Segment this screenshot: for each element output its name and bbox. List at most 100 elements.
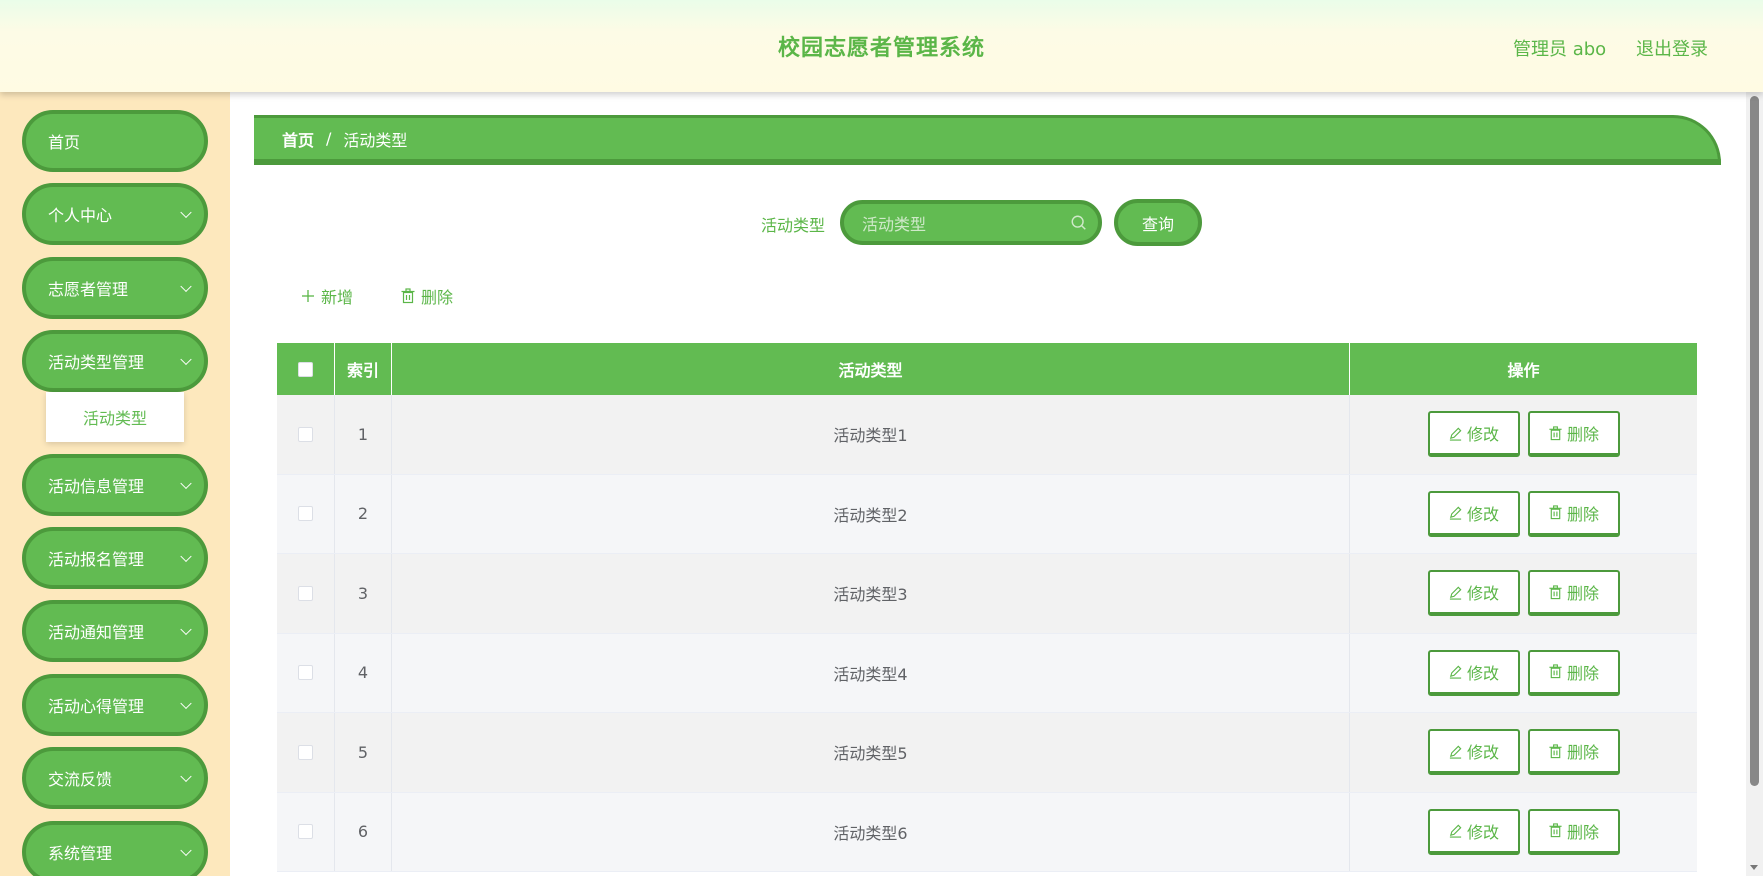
app-title: 校园志愿者管理系统 <box>777 36 985 61</box>
delete-button[interactable]: 删除 <box>1527 490 1620 537</box>
sidebar-item-label: 活动类型管理 <box>48 353 145 372</box>
trash-icon <box>1549 664 1562 679</box>
sidebar-item-label: 活动报名管理 <box>48 550 145 569</box>
row-index: 3 <box>335 554 392 633</box>
edit-button[interactable]: 修改 <box>1427 490 1520 537</box>
search-box <box>840 200 1102 245</box>
row-checkbox[interactable] <box>298 426 313 442</box>
breadcrumb: 首页 / 活动类型 <box>254 115 1721 165</box>
row-checkbox[interactable] <box>298 585 313 601</box>
row-checkbox[interactable] <box>298 824 313 840</box>
logout-link[interactable]: 退出登录 <box>1636 35 1708 61</box>
scroll-thumb[interactable] <box>1750 96 1759 786</box>
edit-icon <box>1449 427 1462 441</box>
edit-icon <box>1449 665 1462 679</box>
row-checkbox[interactable] <box>298 506 313 522</box>
row-checkbox-cell <box>277 792 335 871</box>
row-index: 5 <box>335 713 392 792</box>
batch-delete-button[interactable]: 删除 <box>400 284 453 308</box>
table-header: 索引 活动类型 操作 <box>277 343 1697 395</box>
row-index: 1 <box>335 395 392 474</box>
trash-icon <box>1549 585 1562 599</box>
row-type: 活动类型4 <box>392 633 1350 712</box>
search-label: 活动类型 <box>761 216 826 235</box>
row-checkbox-cell <box>277 395 335 474</box>
breadcrumb-home[interactable]: 首页 <box>282 127 314 151</box>
breadcrumb-current: 活动类型 <box>343 130 408 150</box>
delete-button[interactable]: 删除 <box>1527 729 1620 776</box>
delete-button[interactable]: 删除 <box>1527 649 1620 696</box>
row-actions: 修改 删除 <box>1350 713 1697 792</box>
data-table: 索引 活动类型 操作 1 活动类型1 修改 删除 2 活动类型2 修改 删除 3 活动类型3 修改删… <box>277 343 1697 872</box>
delete-button-label: 删除 <box>1566 425 1599 445</box>
delete-button[interactable]: 删除 <box>1527 411 1620 458</box>
sidebar-item-7[interactable]: 活动心得管理 <box>22 674 208 736</box>
edit-icon <box>1449 824 1462 838</box>
table-row: 5 活动类型5 修改 删除 <box>277 713 1697 793</box>
table-row: 6 活动类型6 修改 删除 <box>277 792 1697 872</box>
row-checkbox[interactable] <box>298 665 313 681</box>
row-actions: 修改 删除 <box>1350 634 1697 713</box>
vertical-scrollbar[interactable] <box>1746 92 1763 876</box>
edit-button[interactable]: 修改 <box>1427 808 1520 855</box>
edit-button[interactable]: 修改 <box>1427 729 1520 776</box>
row-type: 活动类型3 <box>392 554 1350 633</box>
table-body: 1 活动类型1 修改 删除 2 活动类型2 修改 删除 3 活动类型3 修改 删除 4 活动类型4 修改 删除… <box>277 395 1697 872</box>
sidebar-item-label: 系统管理 <box>48 844 113 863</box>
delete-button-label: 删除 <box>1566 743 1599 763</box>
top-header: 校园志愿者管理系统 管理员 abo 退出登录 <box>0 0 1763 92</box>
chevron-down-icon <box>180 697 192 710</box>
sidebar-item-6[interactable]: 活动通知管理 <box>22 600 208 662</box>
sidebar-item-9[interactable]: 系统管理 <box>22 821 208 876</box>
delete-button-label: 删除 <box>1566 822 1599 842</box>
row-checkbox[interactable] <box>298 744 313 760</box>
edit-button-label: 修改 <box>1466 425 1499 445</box>
table-row: 4 活动类型4 修改 删除 <box>277 633 1697 713</box>
select-all-checkbox[interactable] <box>298 361 313 377</box>
row-checkbox-cell <box>277 633 335 712</box>
query-button[interactable]: 查询 <box>1114 199 1202 246</box>
chevron-down-icon <box>180 623 192 636</box>
add-button-label: 新增 <box>321 288 354 307</box>
sidebar-item-3[interactable]: 活动类型管理 <box>22 330 208 392</box>
current-user: 管理员 abo <box>1513 39 1607 60</box>
scroll-down-arrow-icon[interactable] <box>1750 865 1758 870</box>
edit-icon <box>1449 745 1462 759</box>
sidebar-item-2[interactable]: 志愿者管理 <box>22 257 208 319</box>
row-checkbox-cell <box>277 713 335 792</box>
sidebar-item-5[interactable]: 活动报名管理 <box>22 527 208 589</box>
header-checkbox-cell <box>277 343 335 395</box>
sidebar-subitem-activity-type[interactable]: 活动类型 <box>46 392 184 442</box>
search-icon[interactable] <box>1070 214 1088 232</box>
sidebar-item-8[interactable]: 交流反馈 <box>22 747 208 809</box>
row-actions: 修改 删除 <box>1350 475 1697 554</box>
delete-button-label: 删除 <box>1566 504 1599 524</box>
table-row: 2 活动类型2 修改 删除 <box>277 474 1697 554</box>
delete-button-label: 删除 <box>1566 584 1599 604</box>
edit-button[interactable]: 修改 <box>1427 649 1520 696</box>
sidebar-item-4[interactable]: 活动信息管理 <box>22 454 208 516</box>
search-input[interactable] <box>862 210 1062 238</box>
batch-delete-button-label: 删除 <box>421 288 454 307</box>
trash-icon <box>1549 744 1562 758</box>
sidebar-item-label: 交流反馈 <box>48 770 113 789</box>
chevron-down-icon <box>180 844 192 857</box>
delete-button[interactable]: 删除 <box>1527 808 1620 855</box>
row-type: 活动类型6 <box>392 792 1350 871</box>
edit-icon <box>1449 506 1462 520</box>
sidebar-item-0[interactable]: 首页 <box>22 110 208 172</box>
row-type: 活动类型1 <box>392 395 1350 474</box>
chevron-down-icon <box>180 550 192 563</box>
sidebar-item-1[interactable]: 个人中心 <box>22 183 208 245</box>
edit-button[interactable]: 修改 <box>1427 411 1520 458</box>
delete-button[interactable]: 删除 <box>1527 570 1620 617</box>
row-type: 活动类型5 <box>392 713 1350 792</box>
header-index: 索引 <box>335 343 392 395</box>
row-checkbox-cell <box>277 474 335 553</box>
add-button[interactable]: 新增 <box>300 284 353 308</box>
edit-button[interactable]: 修改 <box>1427 570 1520 617</box>
sidebar-item-label: 活动信息管理 <box>48 477 145 496</box>
sidebar-item-label: 首页 <box>48 133 81 152</box>
trash-icon <box>401 288 415 304</box>
delete-button-label: 删除 <box>1566 663 1599 683</box>
